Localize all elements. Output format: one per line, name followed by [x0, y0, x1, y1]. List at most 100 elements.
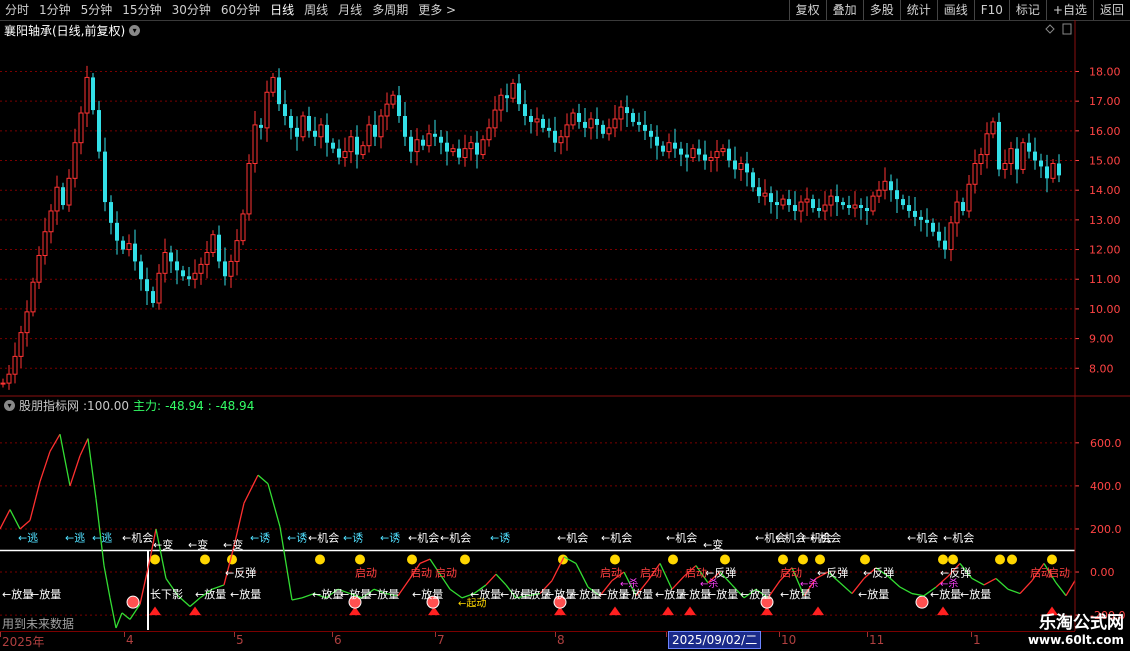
annotation-label: ←诱	[343, 531, 363, 544]
candle-body	[409, 136, 413, 152]
annotation-label: ←机会	[122, 530, 153, 544]
annotation-label: ←变	[223, 537, 243, 551]
annotation-label: ←放量	[312, 587, 343, 601]
candle-body	[331, 142, 335, 149]
candle-body	[169, 252, 173, 262]
candle-body	[445, 142, 449, 152]
candle-body	[103, 151, 107, 203]
tool-button-0[interactable]: 复权	[788, 0, 826, 20]
candle-body	[661, 145, 665, 152]
tool-button-3[interactable]: 统计	[899, 0, 937, 20]
tab-period-8[interactable]: 月线	[333, 0, 367, 20]
tab-period-0[interactable]: 分时	[0, 0, 34, 20]
candle-body	[192, 272, 198, 280]
candle-body	[348, 136, 354, 153]
yellow-dot-marker	[1007, 554, 1017, 565]
timeline-tick	[971, 632, 972, 637]
date-highlight: 2025/09/02/二	[668, 631, 762, 649]
candle-body	[690, 148, 696, 159]
red-triangle-marker	[937, 606, 949, 616]
tab-period-3[interactable]: 15分钟	[117, 0, 166, 20]
annotation-label: ←反弹	[863, 565, 894, 579]
tool-button-1[interactable]: 叠加	[825, 0, 863, 20]
candle-body	[637, 121, 641, 125]
annotation-label: ←杀	[800, 577, 818, 590]
ind-segment	[79, 438, 89, 457]
tab-period-7[interactable]: 周线	[299, 0, 333, 20]
candle-body	[714, 151, 720, 159]
candle-body	[78, 112, 84, 144]
indicator-markers	[126, 554, 1058, 616]
candle-body	[475, 142, 479, 155]
candle-body	[757, 187, 761, 197]
ind-segment	[19, 519, 31, 530]
candle-body	[595, 118, 599, 125]
candle-body	[804, 198, 810, 203]
ind-tick-label: 400.0	[1090, 480, 1122, 493]
annotation-label: ←放量	[30, 587, 61, 601]
tab-period-9[interactable]: 多周期	[367, 0, 413, 20]
candle-body	[1050, 162, 1056, 179]
yellow-dot-marker	[798, 554, 808, 565]
tool-button-7[interactable]: +自选	[1045, 0, 1093, 20]
tab-period-1[interactable]: 1分钟	[34, 0, 76, 20]
candle-body	[240, 213, 246, 242]
candle-body	[414, 139, 420, 153]
tab-period-10[interactable]: 更多 >	[413, 0, 461, 20]
red-ball-marker	[126, 595, 140, 609]
ind-segment	[899, 586, 913, 595]
candle-body	[547, 127, 551, 131]
price-tick-label: 12.00	[1089, 244, 1121, 257]
candlestick-series	[0, 65, 1061, 390]
candle-body	[1020, 142, 1026, 170]
right-tools: 复权 叠加 多股 统计 画线 F10 标记 +自选 返回	[788, 0, 1130, 20]
candle-body	[727, 148, 731, 161]
candle-body	[852, 204, 858, 209]
candle-body	[421, 139, 425, 146]
candle-body	[480, 139, 486, 156]
ind-segment	[1019, 580, 1033, 594]
candle-body	[252, 124, 258, 164]
candle-body	[577, 113, 581, 122]
candle-body	[403, 116, 407, 137]
ind-segment	[575, 563, 589, 588]
candle-body	[631, 113, 635, 122]
candle-body	[780, 198, 786, 206]
candle-body	[612, 118, 618, 129]
ind-segment	[103, 565, 111, 598]
candle-body	[1027, 142, 1031, 152]
tab-period-5[interactable]: 60分钟	[216, 0, 265, 20]
candle-body	[84, 76, 90, 114]
yellow-dot-marker	[668, 554, 678, 565]
tool-button-6[interactable]: 标记	[1008, 0, 1046, 20]
annotation-label: ←放量	[858, 587, 889, 601]
candle-body	[325, 124, 329, 143]
chart-canvas[interactable]: 8.009.0010.0011.0012.0013.0014.0015.0016…	[0, 20, 1130, 650]
tool-button-8[interactable]: 返回	[1092, 0, 1130, 20]
price-tick-label: 16.00	[1089, 125, 1121, 138]
candle-body	[450, 148, 456, 153]
tab-period-4[interactable]: 30分钟	[167, 0, 216, 20]
candle-body	[1015, 148, 1019, 170]
tab-period-2[interactable]: 5分钟	[76, 0, 118, 20]
tool-button-2[interactable]: 多股	[862, 0, 900, 20]
tool-button-4[interactable]: 画线	[936, 0, 974, 20]
candle-body	[223, 261, 227, 277]
candle-body	[517, 83, 521, 105]
ind-segment	[267, 483, 281, 527]
diamond-icon	[1045, 24, 1055, 34]
yellow-dot-marker	[720, 554, 730, 565]
annotation-label: ←反弹	[817, 565, 848, 579]
candle-body	[1008, 148, 1014, 164]
candle-body	[643, 124, 647, 131]
candle-body	[0, 382, 6, 385]
candle-body	[618, 106, 624, 120]
candle-body	[762, 192, 768, 197]
timeline-label: 8	[557, 633, 565, 647]
tab-period-6[interactable]: 日线	[265, 0, 299, 20]
yellow-dot-marker	[315, 554, 325, 565]
candle-body	[882, 180, 888, 191]
annotation-label: ←放量	[368, 587, 399, 601]
tool-button-5[interactable]: F10	[973, 0, 1009, 20]
candle-body	[738, 162, 744, 170]
